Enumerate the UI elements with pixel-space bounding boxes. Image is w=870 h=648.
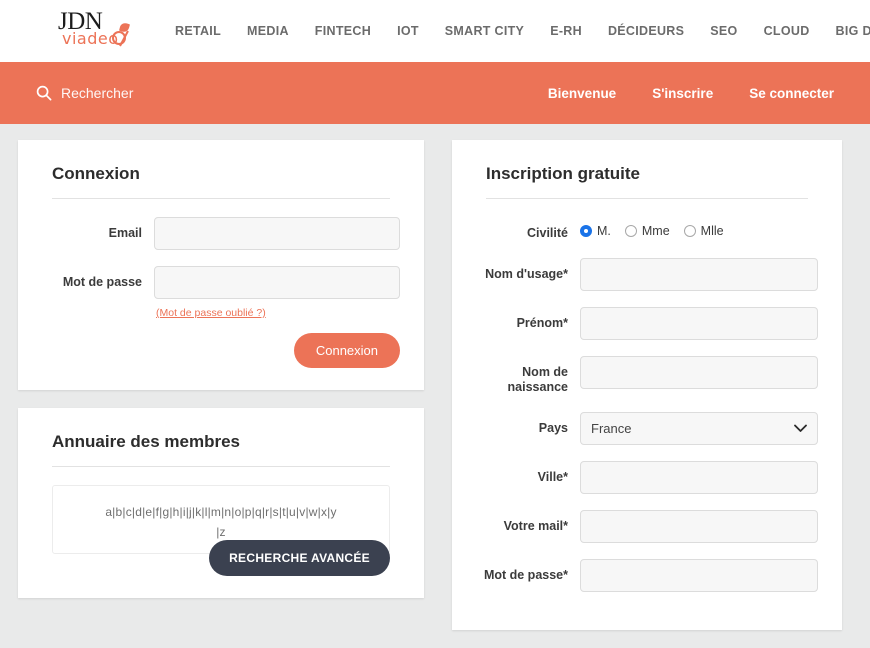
nom-naissance-label: Nom de naissance xyxy=(476,356,580,396)
login-password-row: Mot de passe xyxy=(42,266,400,299)
login-email-row: Email xyxy=(42,217,400,250)
logo-viadeo-o-icon xyxy=(112,31,126,45)
signup-password-label: Mot de passe* xyxy=(483,567,568,582)
nav-item-retail[interactable]: RETAIL xyxy=(162,24,234,38)
login-card-title: Connexion xyxy=(52,164,140,183)
nom-naissance-label-line-1: Nom de xyxy=(522,364,568,379)
top-navigation-bar: JDN viadeo RETAIL MEDIA FINTECH IOT SMAR… xyxy=(0,0,870,62)
member-directory-card: Annuaire des membres a|b|c|d|e|f|g|h|i|j… xyxy=(18,408,424,598)
ville-row: Ville* xyxy=(476,460,818,494)
directory-card-title: Annuaire des membres xyxy=(52,432,241,451)
login-email-field[interactable] xyxy=(154,217,400,250)
radio-selected-icon xyxy=(580,225,592,237)
civility-label: Civilité xyxy=(527,226,568,240)
login-password-label: Mot de passe xyxy=(62,275,142,289)
advanced-search-row: RECHERCHE AVANCÉE xyxy=(52,539,390,576)
votre-mail-label: Votre mail* xyxy=(503,518,568,533)
signup-password-field[interactable] xyxy=(580,558,818,592)
login-email-label: Email xyxy=(108,226,142,240)
nav-item-smart-city[interactable]: SMART CITY xyxy=(432,24,537,38)
prenom-field[interactable] xyxy=(580,306,818,340)
nav-item-cloud[interactable]: CLOUD xyxy=(751,24,823,38)
search-and-account-bar: Rechercher Bienvenue S'inscrire Se conne… xyxy=(0,62,870,124)
prenom-label: Prénom* xyxy=(516,315,568,330)
login-password-field[interactable] xyxy=(154,266,400,299)
alphabet-index-line-1[interactable]: a|b|c|d|e|f|g|h|i|j|k|l|m|n|o|p|q|r|s|t|… xyxy=(67,502,375,522)
nom-usage-field[interactable] xyxy=(580,257,818,291)
logo-secondary-text: viadeo xyxy=(62,29,119,48)
nom-naissance-label-line-2: naissance xyxy=(507,380,568,395)
divider xyxy=(52,466,390,467)
nav-item-media[interactable]: MEDIA xyxy=(234,24,302,38)
prenom-row: Prénom* xyxy=(476,306,818,340)
chevron-down-icon xyxy=(794,421,807,436)
signup-password-row: Mot de passe* xyxy=(476,558,818,592)
civility-option-m-label: M. xyxy=(597,224,611,238)
nav-item-seo[interactable]: SEO xyxy=(697,24,750,38)
civility-radio-group: M. Mme Mlle xyxy=(580,217,818,238)
login-submit-button[interactable]: Connexion xyxy=(293,333,400,368)
link-bienvenue[interactable]: Bienvenue xyxy=(548,86,616,101)
nom-naissance-row: Nom de naissance xyxy=(476,355,818,396)
nav-item-e-rh[interactable]: E-RH xyxy=(537,24,595,38)
signup-card-title: Inscription gratuite xyxy=(486,164,640,183)
civility-option-mme[interactable]: Mme xyxy=(624,224,670,238)
divider xyxy=(486,198,808,199)
nav-item-decideurs[interactable]: DÉCIDEURS xyxy=(595,24,697,38)
radio-unselected-icon xyxy=(683,225,696,237)
ville-field[interactable] xyxy=(580,460,818,494)
link-se-connecter[interactable]: Se connecter xyxy=(749,86,834,101)
advanced-search-button[interactable]: RECHERCHE AVANCÉE xyxy=(209,539,390,576)
ville-label: Ville* xyxy=(537,469,568,484)
radio-unselected-icon xyxy=(624,225,637,237)
nom-usage-label: Nom d'usage* xyxy=(485,266,568,281)
nom-naissance-field[interactable] xyxy=(580,355,818,389)
civility-option-mlle[interactable]: Mlle xyxy=(683,224,724,238)
login-card: Connexion Email Mot de passe (Mot de pas… xyxy=(18,140,424,390)
link-sinscrire[interactable]: S'inscrire xyxy=(652,86,713,101)
votre-mail-field[interactable] xyxy=(580,509,818,543)
pays-selected-value: France xyxy=(591,420,632,436)
pays-select[interactable]: France xyxy=(580,411,818,445)
divider xyxy=(52,198,390,199)
account-links: Bienvenue S'inscrire Se connecter xyxy=(548,86,834,101)
search-placeholder-text: Rechercher xyxy=(61,85,134,101)
left-column: Connexion Email Mot de passe (Mot de pas… xyxy=(18,140,424,616)
civility-option-m[interactable]: M. xyxy=(580,224,611,238)
main-nav-links: RETAIL MEDIA FINTECH IOT SMART CITY E-RH… xyxy=(162,24,870,38)
pays-row: Pays France xyxy=(476,411,818,445)
main-content: Connexion Email Mot de passe (Mot de pas… xyxy=(0,124,870,648)
search-input[interactable]: Rechercher xyxy=(36,85,133,101)
forgot-password-row: (Mot de passe oublié ?) xyxy=(42,307,400,319)
civility-option-mme-label: Mme xyxy=(641,224,670,238)
civility-row: Civilité M. Mme Mlle xyxy=(476,217,818,242)
nom-usage-row: Nom d'usage* xyxy=(476,257,818,291)
votre-mail-row: Votre mail* xyxy=(476,509,818,543)
right-column: Inscription gratuite Civilité M. Mme Mll… xyxy=(452,140,842,648)
nav-item-big-data[interactable]: BIG DATA xyxy=(823,24,870,38)
login-button-row: Connexion xyxy=(42,333,400,368)
nav-item-iot[interactable]: IOT xyxy=(384,24,432,38)
signup-card: Inscription gratuite Civilité M. Mme Mll… xyxy=(452,140,842,630)
pays-label: Pays xyxy=(538,420,568,435)
nav-item-fintech[interactable]: FINTECH xyxy=(302,24,384,38)
search-icon xyxy=(36,85,52,101)
civility-option-mlle-label: Mlle xyxy=(700,224,724,238)
site-logo[interactable]: JDN viadeo xyxy=(48,7,134,55)
forgot-password-link[interactable]: (Mot de passe oublié ?) xyxy=(154,307,266,319)
